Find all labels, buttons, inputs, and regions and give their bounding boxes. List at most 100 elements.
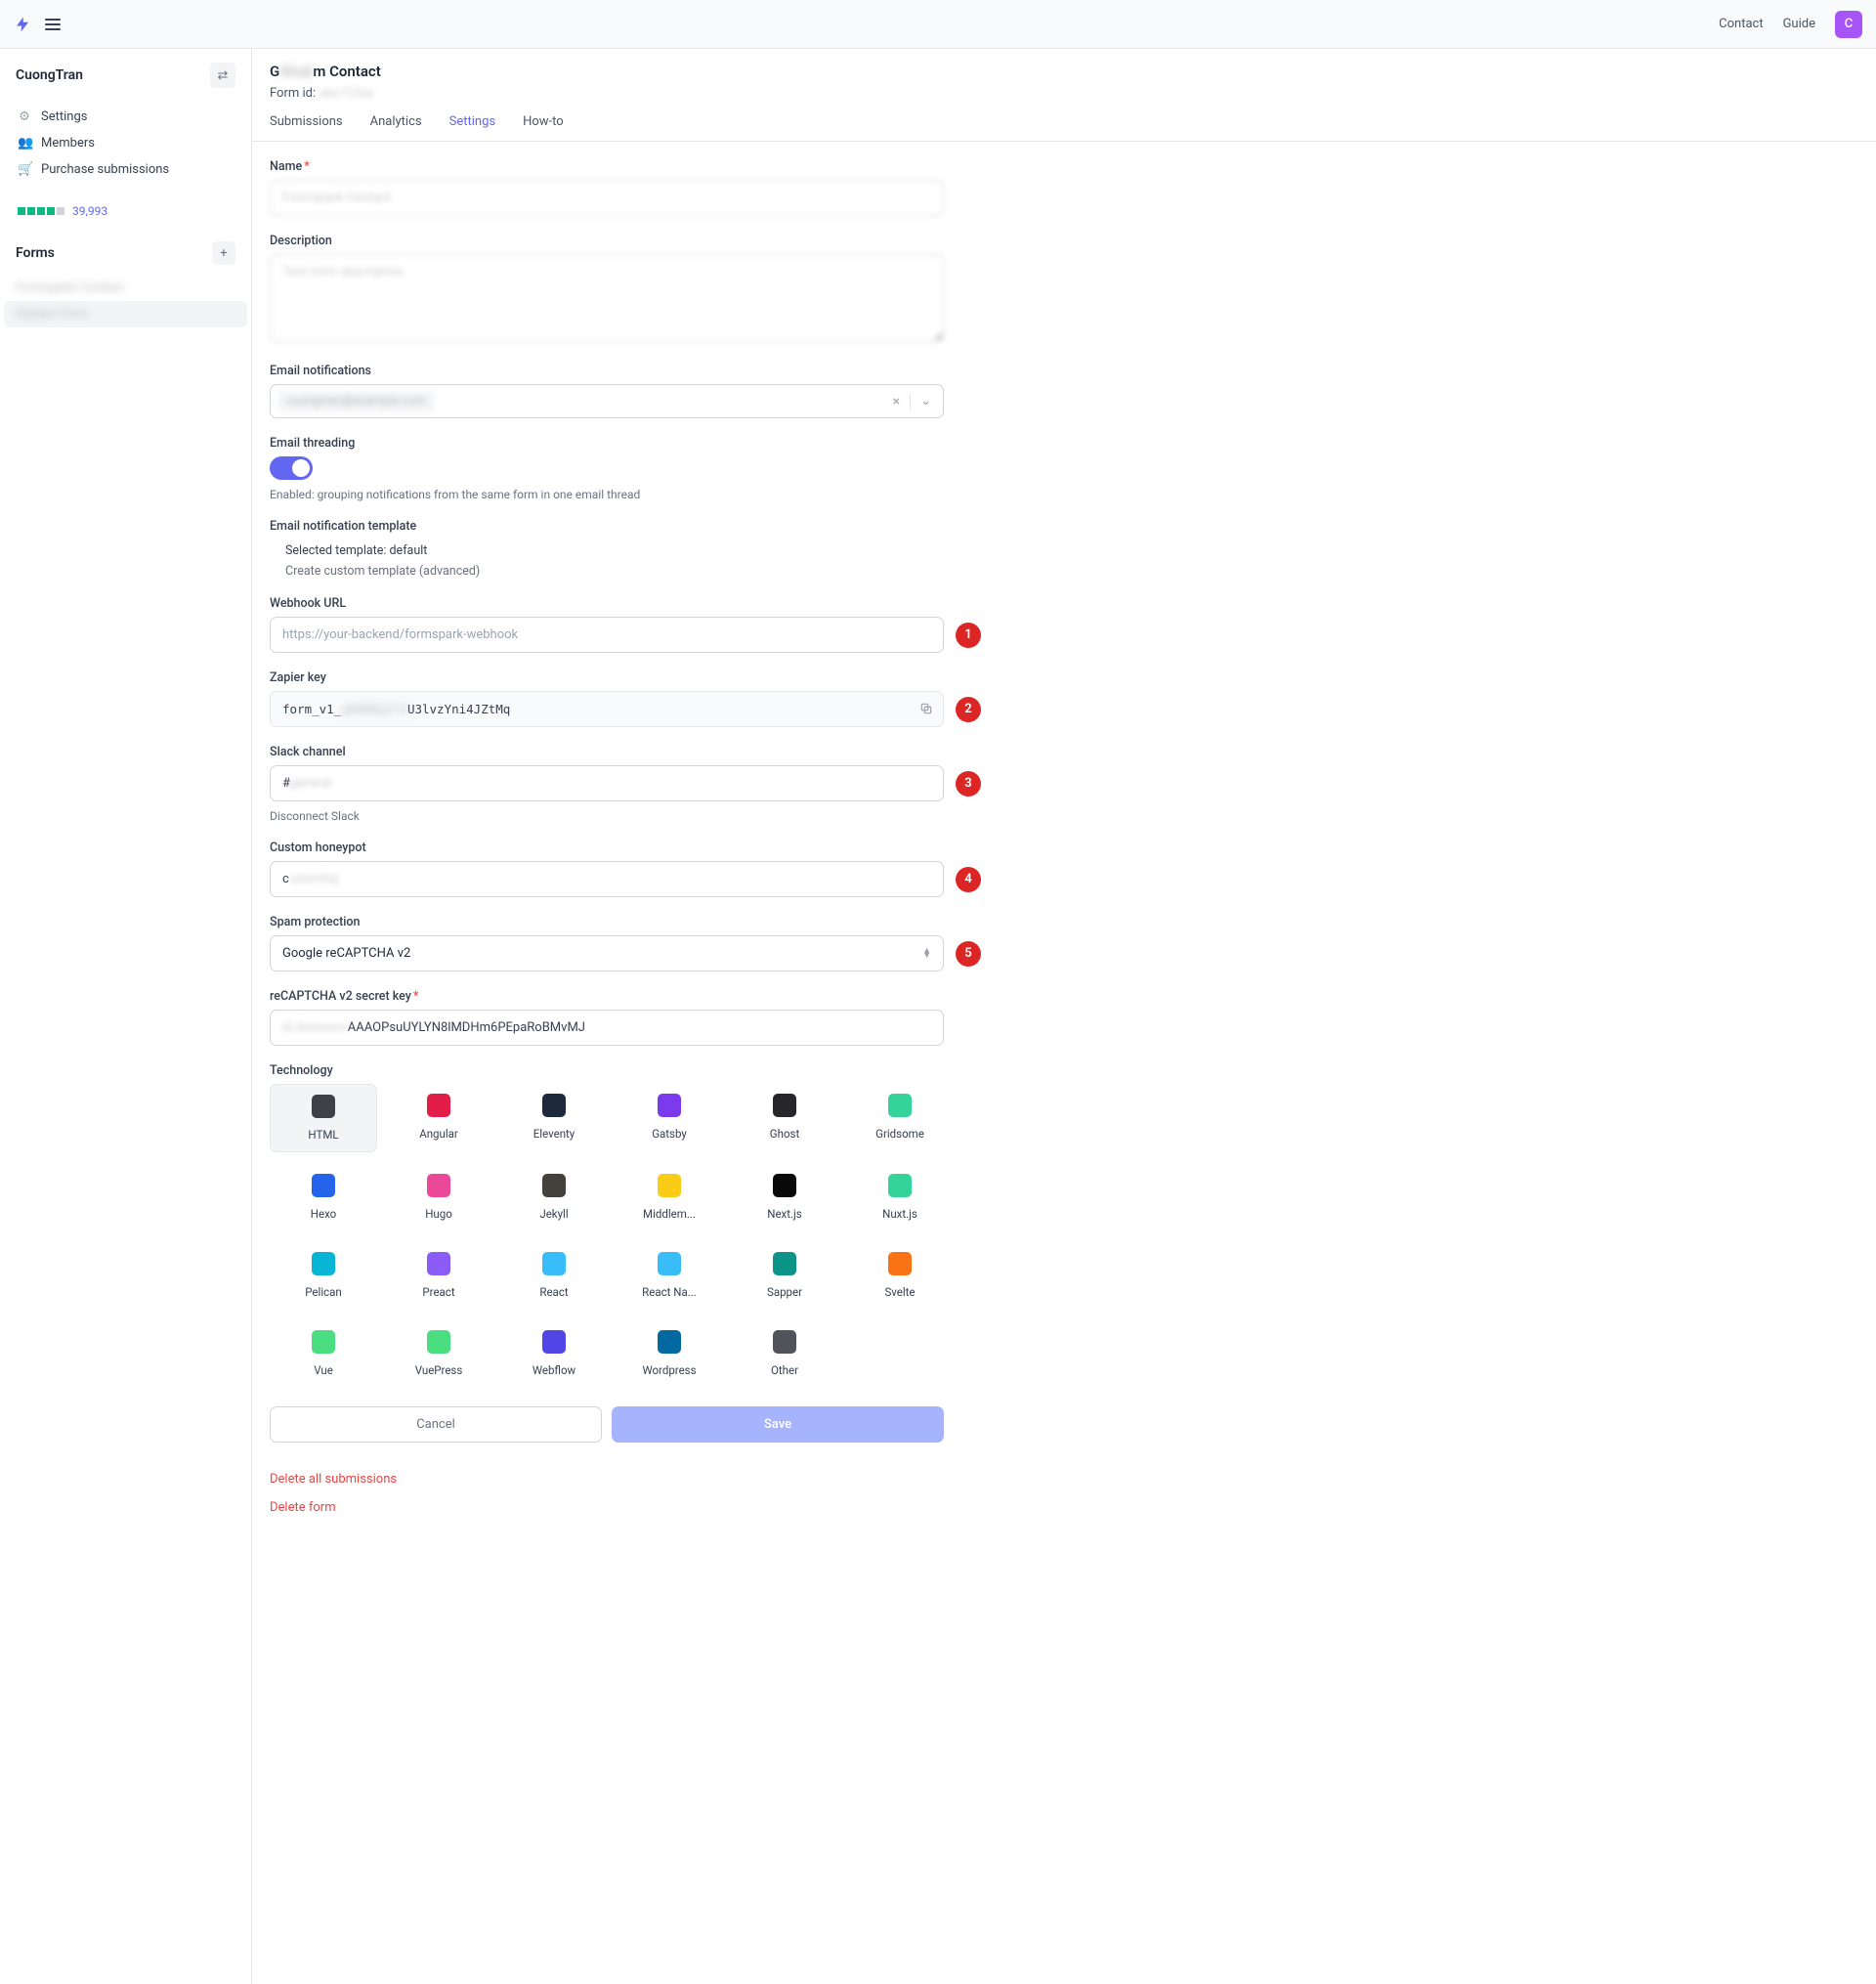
- tech-item-gatsby[interactable]: Gatsby: [616, 1084, 723, 1152]
- selected-template-text: Selected template: default: [285, 543, 1212, 558]
- workspace-header: CuongTran ⇄: [0, 49, 251, 98]
- tech-swatch: [542, 1330, 566, 1354]
- tech-name: Nuxt.js: [882, 1207, 917, 1221]
- tech-name: Hugo: [425, 1207, 452, 1221]
- email-notif-select[interactable]: cuongtran@example.com × ⌄: [270, 384, 944, 418]
- description-label: Description: [270, 234, 1212, 248]
- email-thread-note: Enabled: grouping notifications from the…: [270, 488, 1212, 501]
- tech-item-nuxt-js[interactable]: Nuxt.js: [846, 1164, 954, 1230]
- tech-swatch: [773, 1330, 796, 1354]
- disconnect-slack-link[interactable]: Disconnect Slack: [270, 809, 1212, 823]
- sidebar-item-members[interactable]: 👥 Members: [8, 130, 243, 156]
- tech-item-preact[interactable]: Preact: [385, 1242, 492, 1309]
- tech-item-vue[interactable]: Vue: [270, 1320, 377, 1387]
- description-input[interactable]: [270, 254, 944, 342]
- tech-name: Next.js: [767, 1207, 802, 1221]
- tech-item-webflow[interactable]: Webflow: [500, 1320, 608, 1387]
- avatar[interactable]: C: [1835, 11, 1862, 38]
- tech-swatch: [427, 1094, 450, 1117]
- add-form-button[interactable]: +: [212, 241, 235, 265]
- create-template-link[interactable]: Create custom template (advanced): [285, 564, 1212, 579]
- tech-name: Gatsby: [652, 1127, 687, 1141]
- tech-item-html[interactable]: HTML: [270, 1084, 377, 1152]
- tech-name: Svelte: [884, 1285, 915, 1299]
- tech-item-svelte[interactable]: Svelte: [846, 1242, 954, 1309]
- form-list-item[interactable]: Hidden Form: [4, 301, 247, 327]
- tab-settings[interactable]: Settings: [449, 114, 495, 141]
- tech-item-middlem-[interactable]: Middlem...: [616, 1164, 723, 1230]
- tech-name: Hexo: [311, 1207, 336, 1221]
- contact-link[interactable]: Contact: [1719, 17, 1763, 31]
- tech-item-pelican[interactable]: Pelican: [270, 1242, 377, 1309]
- tab-howto[interactable]: How-to: [523, 114, 564, 141]
- spam-label: Spam protection: [270, 915, 1212, 929]
- cart-icon: 🛒: [18, 162, 31, 177]
- slack-input[interactable]: #general: [270, 765, 944, 801]
- form-id-row: Form id: abc123xy: [270, 86, 1858, 101]
- rating-row: 39,993: [0, 196, 251, 232]
- name-input[interactable]: [270, 180, 944, 216]
- spam-block: Spam protection Google reCAPTCHA v2 ▲▼ 5: [270, 915, 1212, 971]
- honeypot-input[interactable]: customhp: [270, 861, 944, 897]
- annotation-marker: 2: [956, 697, 981, 722]
- email-thread-block: Email threading Enabled: grouping notifi…: [270, 436, 1212, 501]
- tab-analytics[interactable]: Analytics: [370, 114, 422, 141]
- recaptcha-input[interactable]: 6LdxxxxxxxAAAOPsuUYLYN8lMDHm6PEpaRoBMvMJ: [270, 1010, 944, 1046]
- tech-swatch: [312, 1095, 335, 1118]
- tech-item-eleventy[interactable]: Eleventy: [500, 1084, 608, 1152]
- content: Name* Description Email notifications cu…: [252, 142, 1229, 1546]
- recaptcha-block: reCAPTCHA v2 secret key* 6LdxxxxxxxAAAOP…: [270, 989, 1212, 1046]
- delete-submissions-link[interactable]: Delete all submissions: [270, 1472, 1212, 1487]
- menu-icon[interactable]: [45, 19, 61, 30]
- spam-select[interactable]: Google reCAPTCHA v2 ▲▼: [270, 935, 944, 971]
- sidebar-item-label: Settings: [41, 109, 87, 124]
- save-button[interactable]: Save: [612, 1406, 944, 1443]
- chevron-down-icon[interactable]: ⌄: [917, 392, 935, 410]
- form-id-value: abc123xy: [320, 86, 374, 101]
- tech-item-ghost[interactable]: Ghost: [731, 1084, 838, 1152]
- form-list-item[interactable]: Formspark Contact: [4, 275, 247, 301]
- tab-submissions[interactable]: Submissions: [270, 114, 343, 141]
- tech-item-other[interactable]: Other: [731, 1320, 838, 1387]
- sidebar-item-settings[interactable]: ⚙ Settings: [8, 104, 243, 130]
- select-caret-icon: ▲▼: [922, 949, 931, 959]
- tech-item-vuepress[interactable]: VuePress: [385, 1320, 492, 1387]
- tech-item-next-js[interactable]: Next.js: [731, 1164, 838, 1230]
- tech-item-hugo[interactable]: Hugo: [385, 1164, 492, 1230]
- tech-swatch: [542, 1252, 566, 1275]
- tech-item-gridsome[interactable]: Gridsome: [846, 1084, 954, 1152]
- clear-icon[interactable]: ×: [889, 392, 904, 411]
- sidebar-item-purchase[interactable]: 🛒 Purchase submissions: [8, 156, 243, 183]
- webhook-label: Webhook URL: [270, 596, 1212, 611]
- tech-item-hexo[interactable]: Hexo: [270, 1164, 377, 1230]
- tech-swatch: [888, 1252, 912, 1275]
- sidebar-nav: ⚙ Settings 👥 Members 🛒 Purchase submissi…: [0, 98, 251, 196]
- tech-item-jekyll[interactable]: Jekyll: [500, 1164, 608, 1230]
- name-field-block: Name*: [270, 159, 1212, 216]
- tech-item-react[interactable]: React: [500, 1242, 608, 1309]
- tech-item-angular[interactable]: Angular: [385, 1084, 492, 1152]
- tech-name: VuePress: [415, 1363, 463, 1377]
- tech-item-sapper[interactable]: Sapper: [731, 1242, 838, 1309]
- copy-icon[interactable]: [919, 702, 933, 718]
- tech-swatch: [658, 1252, 681, 1275]
- zapier-block: Zapier key form_v1_qR0M8gZr0U3lvzYni4JZt…: [270, 670, 1212, 727]
- tech-swatch: [658, 1094, 681, 1117]
- tech-name: Gridsome: [875, 1127, 924, 1141]
- main-header: Githubm Contact Form id: abc123xy Submis…: [252, 49, 1876, 142]
- zapier-key-box: form_v1_qR0M8gZr0U3lvzYni4JZtMq: [270, 691, 944, 727]
- tech-item-wordpress[interactable]: Wordpress: [616, 1320, 723, 1387]
- topbar-right: Contact Guide C: [1719, 11, 1862, 38]
- topbar: Contact Guide C: [0, 0, 1876, 49]
- webhook-block: Webhook URL 1: [270, 596, 1212, 653]
- email-thread-toggle[interactable]: [270, 456, 313, 480]
- email-template-label: Email notification template: [270, 519, 1212, 534]
- swap-workspace-icon[interactable]: ⇄: [210, 63, 235, 88]
- guide-link[interactable]: Guide: [1783, 17, 1815, 31]
- cancel-button[interactable]: Cancel: [270, 1406, 602, 1443]
- webhook-input[interactable]: [270, 617, 944, 653]
- honeypot-block: Custom honeypot customhp 4: [270, 841, 1212, 897]
- tech-item-react-na-[interactable]: React Na...: [616, 1242, 723, 1309]
- delete-form-link[interactable]: Delete form: [270, 1500, 1212, 1515]
- spam-select-value: Google reCAPTCHA v2: [282, 946, 410, 961]
